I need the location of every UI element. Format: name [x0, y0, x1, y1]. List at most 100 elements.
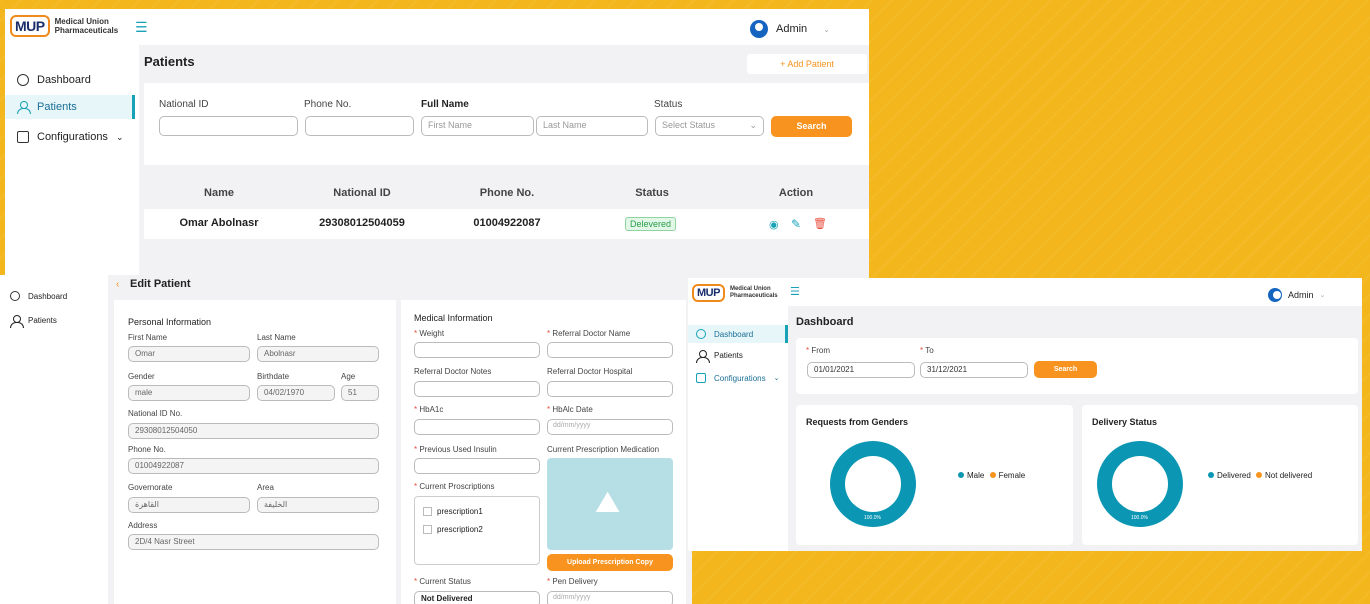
genders-donut: 100.0% — [830, 441, 916, 527]
brand-mark: MUP — [10, 15, 50, 37]
brand-name: Medical Union Pharmaceuticals — [729, 286, 778, 299]
ref-notes-label: Referral Doctor Notes — [414, 367, 492, 376]
legend-dot-male — [958, 472, 964, 478]
to-date-input[interactable]: 31/12/2021 — [920, 362, 1028, 378]
address-field[interactable]: 2D/4 Nasr Street — [128, 534, 379, 550]
national-id-field[interactable]: 29308012504050 — [128, 423, 379, 439]
status-badge: Delevered — [625, 217, 677, 231]
sidebar-item-dashboard[interactable]: Dashboard — [13, 69, 133, 91]
section-title: Personal Information — [128, 317, 212, 327]
pen-delivery-label: Pen Delivery — [547, 577, 597, 586]
first-name-label: First Name — [128, 333, 168, 342]
sidebar-item-configurations[interactable]: Configurations ⌄ — [696, 373, 779, 383]
menu-toggle-icon[interactable]: ☰ — [135, 19, 148, 36]
status-select[interactable]: Select Status ⌄ — [655, 116, 764, 136]
view-icon[interactable]: ◉ — [769, 218, 779, 231]
sidebar-item-patients[interactable]: Patients — [696, 350, 743, 363]
hba1c-label: HbA1c — [414, 405, 443, 414]
col-phone: Phone No. — [479, 187, 535, 199]
last-name-field[interactable]: Abolnasr — [257, 346, 379, 362]
gender-select[interactable]: male — [128, 385, 250, 401]
pen-delivery-input[interactable]: dd/mm/yyyy — [547, 591, 673, 604]
status-placeholder: Select Status — [662, 120, 716, 130]
page-title: Dashboard — [796, 316, 854, 328]
prev-insulin-select[interactable] — [414, 458, 540, 474]
back-icon[interactable]: ‹ — [116, 279, 119, 290]
image-icon: ⛰ — [595, 486, 621, 519]
edit-icon[interactable]: ✎ — [791, 217, 801, 231]
legend-female: Female — [998, 471, 1026, 480]
phone-label: Phone No. — [128, 445, 166, 454]
from-date-input[interactable]: 01/01/2021 — [807, 362, 915, 378]
birthdate-field[interactable]: 04/02/1970 — [257, 385, 335, 401]
legend-not-delivered: Not delivered — [1265, 471, 1313, 480]
page-title: Edit Patient — [130, 278, 191, 290]
weight-input[interactable] — [414, 342, 540, 358]
current-status-select[interactable]: Not Delivered — [414, 591, 540, 604]
configurations-icon — [696, 373, 706, 383]
user-menu[interactable]: Admin ⌄ — [750, 20, 830, 38]
chevron-down-icon: ⌄ — [115, 131, 124, 142]
upload-button[interactable]: Upload Prescription Copy — [547, 554, 673, 571]
donut-value: 100.0% — [864, 515, 881, 521]
sidebar-item-dashboard[interactable]: Dashboard — [10, 291, 67, 301]
prescription-label: prescription2 — [437, 525, 483, 534]
hba1c-date-input[interactable]: dd/mm/yyyy — [547, 419, 673, 435]
section-title: Medical Information — [414, 313, 493, 323]
sidebar-label: Dashboard — [37, 74, 91, 86]
brand-logo[interactable]: MUP Medical Union Pharmaceuticals — [692, 284, 778, 302]
area-select[interactable]: الخليفة — [257, 497, 379, 513]
delete-icon[interactable]: 🗑 — [813, 217, 827, 230]
sidebar-label: Dashboard — [714, 329, 754, 339]
first-name-field[interactable]: Omar — [128, 346, 250, 362]
sidebar-item-configurations[interactable]: Configurations ⌄ — [13, 126, 135, 148]
user-name: Admin — [776, 23, 808, 35]
search-button[interactable]: Search — [771, 116, 852, 137]
genders-legend: Male Female — [958, 471, 1025, 480]
from-label: From — [806, 346, 830, 355]
user-name: Admin — [1288, 290, 1314, 300]
current-status-label: Current Status — [414, 577, 471, 586]
first-name-input[interactable]: First Name — [421, 116, 534, 136]
prescription-checkbox[interactable]: prescription1 — [423, 507, 483, 517]
delivery-donut: 100.0% — [1097, 441, 1183, 527]
age-label: Age — [341, 372, 356, 381]
delivery-legend: Delivered Not delivered — [1208, 471, 1312, 480]
user-menu[interactable]: Admin ⌄ — [1268, 288, 1325, 302]
ref-hospital-input[interactable] — [547, 381, 673, 397]
governorate-select[interactable]: القاهرة — [128, 497, 250, 513]
hba1c-input[interactable] — [414, 419, 540, 435]
prescription-label: prescription1 — [437, 507, 483, 516]
age-field[interactable]: 51 — [341, 385, 379, 401]
search-button[interactable]: Search — [1034, 361, 1097, 378]
donut-value: 100.0% — [1131, 515, 1148, 521]
weight-label: Weight — [414, 329, 444, 338]
col-name: Name — [204, 187, 234, 199]
sidebar-label: Dashboard — [28, 291, 68, 301]
add-patient-button[interactable]: + Add Patient — [747, 54, 867, 74]
sidebar-item-patients[interactable]: Patients — [5, 95, 135, 119]
delivery-title: Delivery Status — [1092, 417, 1158, 427]
full-name-label: Full Name — [421, 99, 469, 110]
avatar — [1268, 288, 1282, 302]
cell-national-id: 29308012504059 — [319, 217, 405, 229]
donut-hole — [1112, 456, 1168, 512]
dashboard-icon — [696, 329, 706, 339]
phone-input[interactable] — [305, 116, 414, 136]
phone-field[interactable]: 01004922087 — [128, 458, 379, 474]
last-name-label: Last Name — [257, 333, 296, 342]
patients-window: MUP Medical Union Pharmaceuticals ☰ Admin… — [5, 9, 869, 279]
status-label: Status — [654, 99, 683, 110]
ref-notes-input[interactable] — [414, 381, 540, 397]
brand-logo[interactable]: MUP Medical Union Pharmaceuticals — [10, 15, 118, 37]
national-id-input[interactable] — [159, 116, 298, 136]
menu-toggle-icon[interactable]: ☰ — [790, 285, 800, 298]
image-placeholder: ⛰ — [547, 458, 673, 550]
ref-doctor-select[interactable] — [547, 342, 673, 358]
sidebar-item-patients[interactable]: Patients — [10, 315, 57, 328]
sidebar-item-dashboard[interactable]: Dashboard — [688, 325, 788, 343]
col-action: Action — [778, 187, 814, 199]
dashboard-icon — [10, 291, 20, 301]
prescription-checkbox[interactable]: prescription2 — [423, 525, 483, 535]
last-name-input[interactable]: Last Name — [536, 116, 648, 136]
